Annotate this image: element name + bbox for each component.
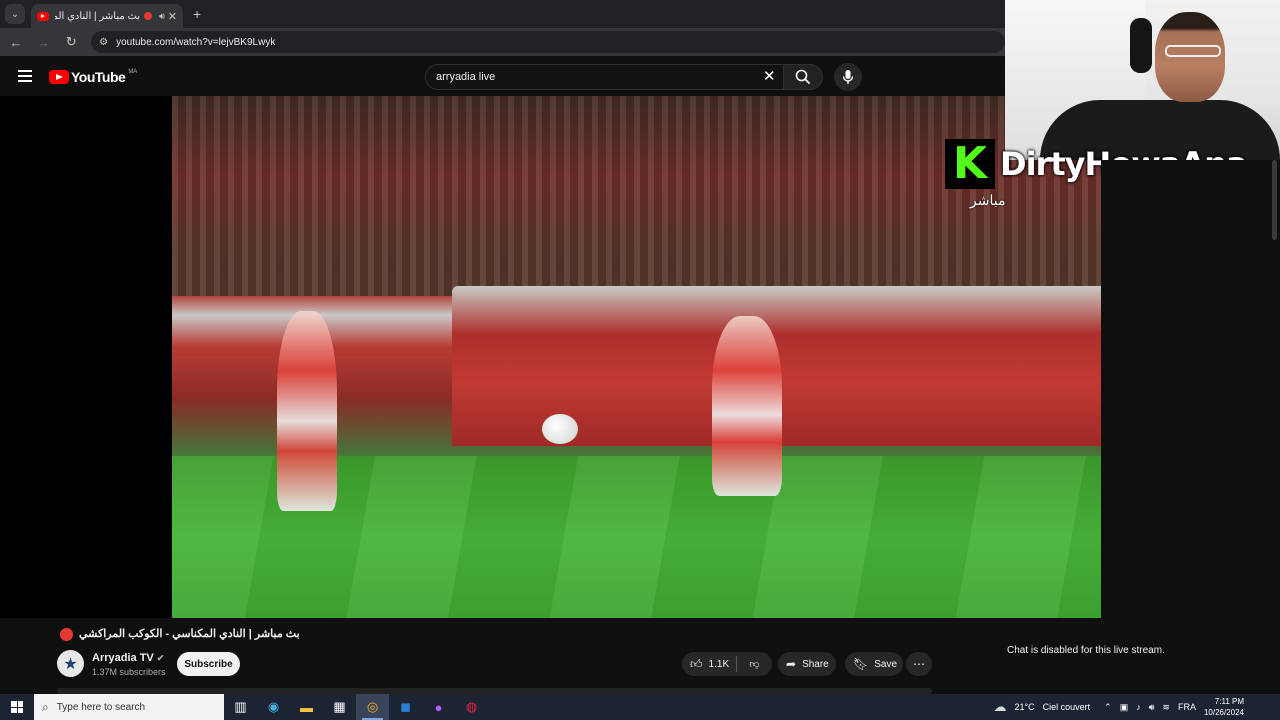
clear-search-icon[interactable]: ✕: [763, 67, 776, 85]
share-button[interactable]: ➦ Share: [778, 652, 836, 676]
speaker-tray-icon[interactable]: 🔊︎: [1149, 702, 1155, 713]
save-button[interactable]: 🔖︎ Save: [845, 652, 903, 676]
back-arrow-icon[interactable]: ←: [4, 35, 28, 50]
taskbar-search-box[interactable]: ⌕ Type here to search: [34, 694, 224, 720]
verified-badge-icon: ✔: [156, 653, 165, 663]
more-actions-button[interactable]: ⋯: [906, 652, 932, 676]
reload-icon[interactable]: ↻: [59, 34, 83, 50]
file-explorer-icon[interactable]: ▬: [290, 694, 323, 720]
search-button[interactable]: [783, 64, 823, 90]
chrome-browser-icon[interactable]: ◎: [356, 694, 389, 720]
subscribe-button[interactable]: Subscribe: [177, 652, 240, 676]
tab-list-button[interactable]: ⌄: [5, 4, 25, 24]
live-indicator-icon: [60, 628, 73, 641]
clock-time: 7:11 PM: [1214, 697, 1244, 706]
task-view-icon[interactable]: ▥: [224, 694, 257, 720]
search-input[interactable]: arryadia live: [425, 64, 787, 90]
microsoft-store-icon[interactable]: ▦: [323, 694, 356, 720]
dislike-button[interactable]: 👎︎: [737, 658, 772, 670]
messenger-icon[interactable]: ●: [422, 694, 455, 720]
youtube-wordmark: YouTube: [71, 69, 126, 85]
chat-disabled-message: Chat is disabled for this live stream.: [1007, 645, 1165, 656]
forward-arrow-icon[interactable]: →: [32, 35, 56, 50]
video-footballer: [712, 316, 782, 496]
thumbs-down-icon: 👎︎: [749, 659, 760, 670]
tab-close-icon[interactable]: ✕: [168, 10, 177, 23]
save-label: Save: [874, 658, 898, 670]
secondary-column: [1101, 160, 1280, 618]
share-label: Share: [802, 658, 829, 670]
kick-logo-icon: K: [945, 139, 995, 189]
url-text: youtube.com/watch?v=lejvBK9Lwyk: [116, 36, 276, 48]
country-code: MA: [128, 69, 138, 75]
chevron-up-icon[interactable]: ⌃: [1104, 702, 1112, 713]
voice-search-button[interactable]: [834, 63, 862, 91]
youtube-favicon-icon: [37, 11, 49, 21]
more-icon: ⋯: [913, 657, 925, 671]
obs-recording-icon[interactable]: ◍: [455, 694, 488, 720]
video-footballer: [277, 311, 337, 511]
like-button[interactable]: 👍︎ 1.1K: [682, 657, 736, 672]
channel-name-link[interactable]: Arryadia TV ✔: [92, 652, 164, 664]
chevron-down-icon: ⌄: [10, 8, 20, 20]
subscriber-count: 1.37M subscribers: [92, 667, 166, 677]
streamer-webcam: [1005, 0, 1280, 160]
start-button[interactable]: [0, 694, 34, 720]
clock-date: 10/26/2024: [1203, 708, 1244, 717]
thumbs-up-icon: 👍︎: [690, 656, 703, 671]
video-crowd: [172, 96, 1101, 296]
windows-logo-icon: [11, 701, 23, 713]
recording-indicator-icon: [144, 12, 153, 20]
channel-avatar[interactable]: ★: [57, 650, 84, 677]
system-tray: ☁ 21°C Ciel couvert ⌃ ▣ ♪ 🔊︎ ≋ FRA 7:11 …: [990, 694, 1280, 720]
menu-icon[interactable]: [18, 70, 32, 82]
like-count: 1.1K: [708, 658, 730, 670]
share-arrow-icon: ➦: [786, 657, 797, 671]
like-dislike-group: 👍︎ 1.1K 👎︎: [682, 652, 772, 676]
browser-tab-bar: ⌄ بث مباشر | النادي المكنا... 🔊︎ ✕ +: [0, 0, 1005, 28]
taskbar-clock[interactable]: 7:11 PM 10/26/2024: [1200, 696, 1248, 718]
bookmark-icon: 🔖︎: [853, 657, 869, 671]
browser-toolbar: ← → ↻ ⚙ youtube.com/watch?v=lejvBK9Lwyk: [0, 28, 1005, 56]
search-input-value: arryadia live: [436, 71, 496, 83]
wifi-icon[interactable]: ≋: [1162, 702, 1170, 713]
youtube-masthead: YouTube MA arryadia live ✕: [0, 56, 1005, 96]
taskbar-search-placeholder: Type here to search: [56, 701, 146, 713]
weather-description[interactable]: Ciel couvert: [1043, 702, 1091, 712]
speaker-icon[interactable]: 🔊︎: [159, 11, 165, 22]
channel-name: Arryadia TV: [92, 652, 154, 664]
site-info-icon[interactable]: ⚙: [99, 37, 108, 48]
outlook-icon[interactable]: ◼: [389, 694, 422, 720]
youtube-logo[interactable]: YouTube MA: [49, 69, 137, 85]
network-icon[interactable]: ▣: [1120, 702, 1129, 713]
tab-title: بث مباشر | النادي المكنا...: [55, 10, 141, 22]
address-bar[interactable]: ⚙ youtube.com/watch?v=lejvBK9Lwyk: [91, 31, 1005, 53]
keyboard-language[interactable]: FRA: [1178, 702, 1196, 712]
edge-browser-icon[interactable]: ◉: [257, 694, 290, 720]
search-icon: ⌕: [42, 699, 49, 714]
live-overlay-label: مباشر: [970, 192, 1006, 208]
microphone-tray-icon[interactable]: ♪: [1136, 702, 1141, 712]
windows-taskbar: ⌕ Type here to search ▥ ◉ ▬ ▦ ◎ ◼ ● ◍ ☁ …: [0, 694, 1280, 720]
cloud-weather-icon[interactable]: ☁: [994, 699, 1007, 715]
new-tab-button[interactable]: +: [193, 6, 201, 22]
page-scrollbar[interactable]: [1272, 160, 1277, 240]
video-title: بث مباشر | النادي المكناسي - الكوكب المر…: [79, 628, 300, 640]
microphone-icon: [842, 70, 854, 84]
search-icon: [795, 69, 811, 85]
video-ball: [542, 414, 578, 444]
weather-temperature[interactable]: 21°C: [1015, 702, 1035, 712]
youtube-play-icon: [49, 70, 69, 84]
browser-tab-active[interactable]: بث مباشر | النادي المكنا... 🔊︎ ✕: [31, 4, 183, 28]
